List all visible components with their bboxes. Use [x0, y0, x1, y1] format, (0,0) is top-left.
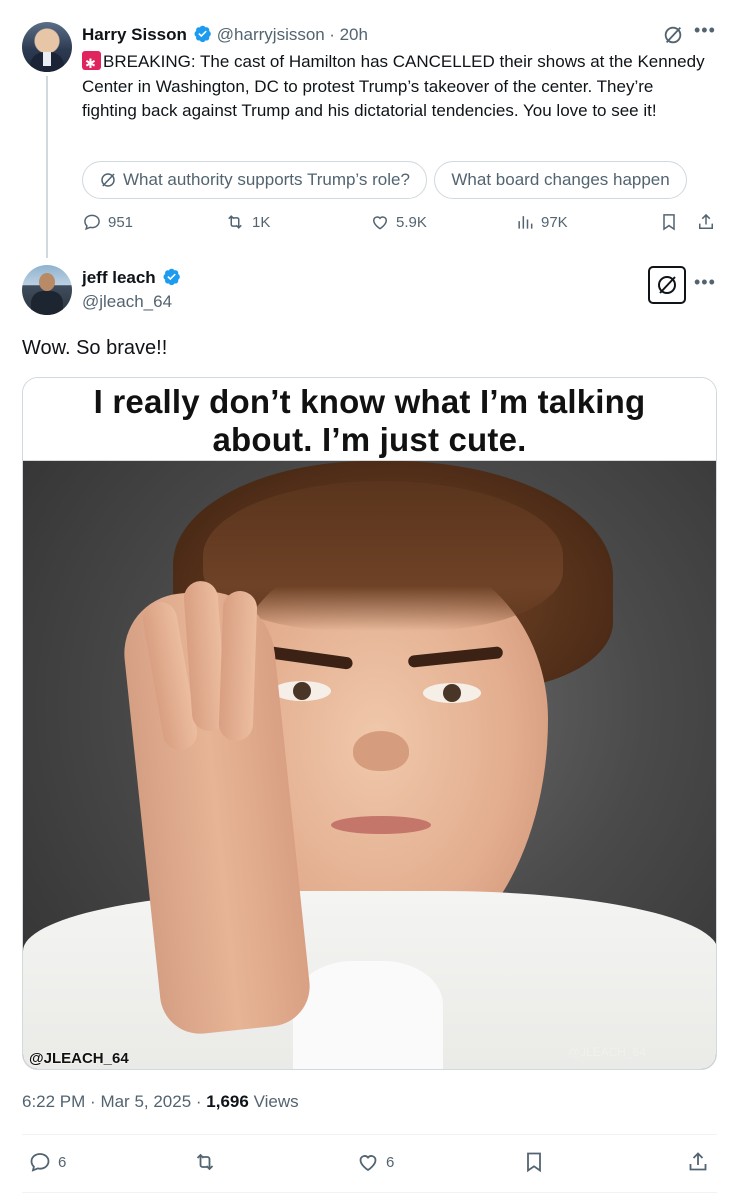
share-icon	[689, 1152, 707, 1171]
share-button[interactable]	[696, 212, 722, 232]
bookmark-button[interactable]	[522, 1150, 552, 1174]
parent-tweet-time[interactable]: 20h	[340, 25, 368, 44]
tweet-views-label: Views	[253, 1092, 299, 1111]
image-watermark: @JLEACH_64	[29, 1050, 129, 1067]
repost-icon	[196, 1153, 214, 1171]
divider	[22, 1192, 717, 1193]
share-icon	[699, 213, 713, 229]
tweet-time[interactable]: 6:22 PM	[22, 1092, 85, 1111]
parent-tweet-actions: 951 1K 5.9K 97K	[82, 212, 718, 240]
separator-dot: ·	[329, 25, 340, 44]
analytics-icon	[518, 216, 533, 229]
tweet-media-image[interactable]: I really don’t know what I’m talking abo…	[22, 377, 717, 1070]
repost-icon	[228, 215, 242, 229]
reply-tweet-actions: 6 6	[22, 1150, 717, 1178]
bookmark-icon	[663, 214, 675, 231]
reply-author-name[interactable]: jeff leach	[82, 268, 156, 287]
parent-author-handle[interactable]: @harryjsisson	[217, 25, 325, 44]
harry-sisson-avatar[interactable]	[22, 22, 72, 72]
police-light-emoji-icon	[82, 51, 101, 77]
reply-button[interactable]: 951	[82, 212, 133, 232]
grok-icon	[101, 173, 115, 187]
heart-icon	[359, 1155, 377, 1172]
grok-prompt-chip[interactable]: What board changes happen	[434, 161, 687, 199]
grok-icon[interactable]	[662, 24, 684, 46]
repost-button[interactable]	[192, 1150, 224, 1174]
meme-caption-line: about. I’m just cute.	[212, 421, 527, 458]
bookmark-button[interactable]	[659, 212, 685, 232]
grok-icon	[658, 276, 676, 294]
parent-tweet-text: BREAKING: The cast of Hamilton has CANCE…	[82, 52, 705, 120]
portrait-photo: @JLEACH_64 @JLEACH_64	[23, 461, 716, 1069]
heart-icon	[372, 216, 388, 230]
more-options-icon[interactable]: •••	[694, 20, 716, 41]
repost-count: 1K	[252, 213, 271, 231]
views-button[interactable]: 97K	[515, 212, 568, 232]
reply-tweet-text: Wow. So brave!!	[22, 337, 168, 359]
thread-connector-line	[46, 76, 48, 258]
like-button[interactable]: 6	[356, 1150, 394, 1174]
reply-author-handle[interactable]: @jleach_64	[82, 292, 172, 312]
parent-tweet-header: Harry Sisson @harryjsisson · 20h	[82, 24, 368, 45]
jeff-leach-avatar[interactable]	[22, 265, 72, 315]
reply-button[interactable]: 6	[28, 1150, 66, 1174]
grok-prompt-label: What authority supports Trump’s role?	[123, 170, 410, 189]
verified-badge-icon	[194, 25, 212, 43]
reply-icon	[84, 214, 100, 231]
meme-caption: I really don’t know what I’m talking abo…	[23, 378, 716, 461]
divider	[22, 1134, 717, 1135]
meme-caption-line: I really don’t know what I’m talking	[93, 383, 646, 420]
image-watermark-faint: @JLEACH_64	[567, 1045, 646, 1059]
like-count: 5.9K	[396, 213, 427, 231]
grok-prompt-chip[interactable]: What authority supports Trump’s role?	[82, 161, 427, 199]
repost-button[interactable]: 1K	[224, 212, 270, 232]
tweet-timestamp-row: 6:22 PM · Mar 5, 2025 · 1,696 Views	[22, 1092, 299, 1111]
verified-badge-icon	[163, 268, 180, 286]
grok-prompt-chips: What authority supports Trump’s role? Wh…	[82, 161, 718, 201]
tweet-view-count: 1,696	[206, 1092, 249, 1111]
parent-author-name[interactable]: Harry Sisson	[82, 25, 187, 44]
like-button[interactable]: 5.9K	[370, 212, 427, 232]
view-count: 97K	[541, 213, 568, 231]
grok-prompt-label: What board changes happen	[451, 170, 670, 189]
reply-count: 951	[108, 213, 134, 231]
reply-icon	[30, 1153, 50, 1172]
like-count: 6	[386, 1153, 395, 1171]
share-button[interactable]	[686, 1150, 716, 1174]
reply-author-name-row: jeff leach	[82, 267, 181, 288]
reply-count: 6	[58, 1153, 67, 1171]
grok-explain-button[interactable]	[648, 266, 686, 304]
parent-tweet-text-block: BREAKING: The cast of Hamilton has CANCE…	[82, 50, 712, 124]
more-options-icon[interactable]: •••	[694, 272, 716, 293]
bookmark-icon	[527, 1152, 541, 1173]
tweet-date[interactable]: Mar 5, 2025	[100, 1092, 191, 1111]
